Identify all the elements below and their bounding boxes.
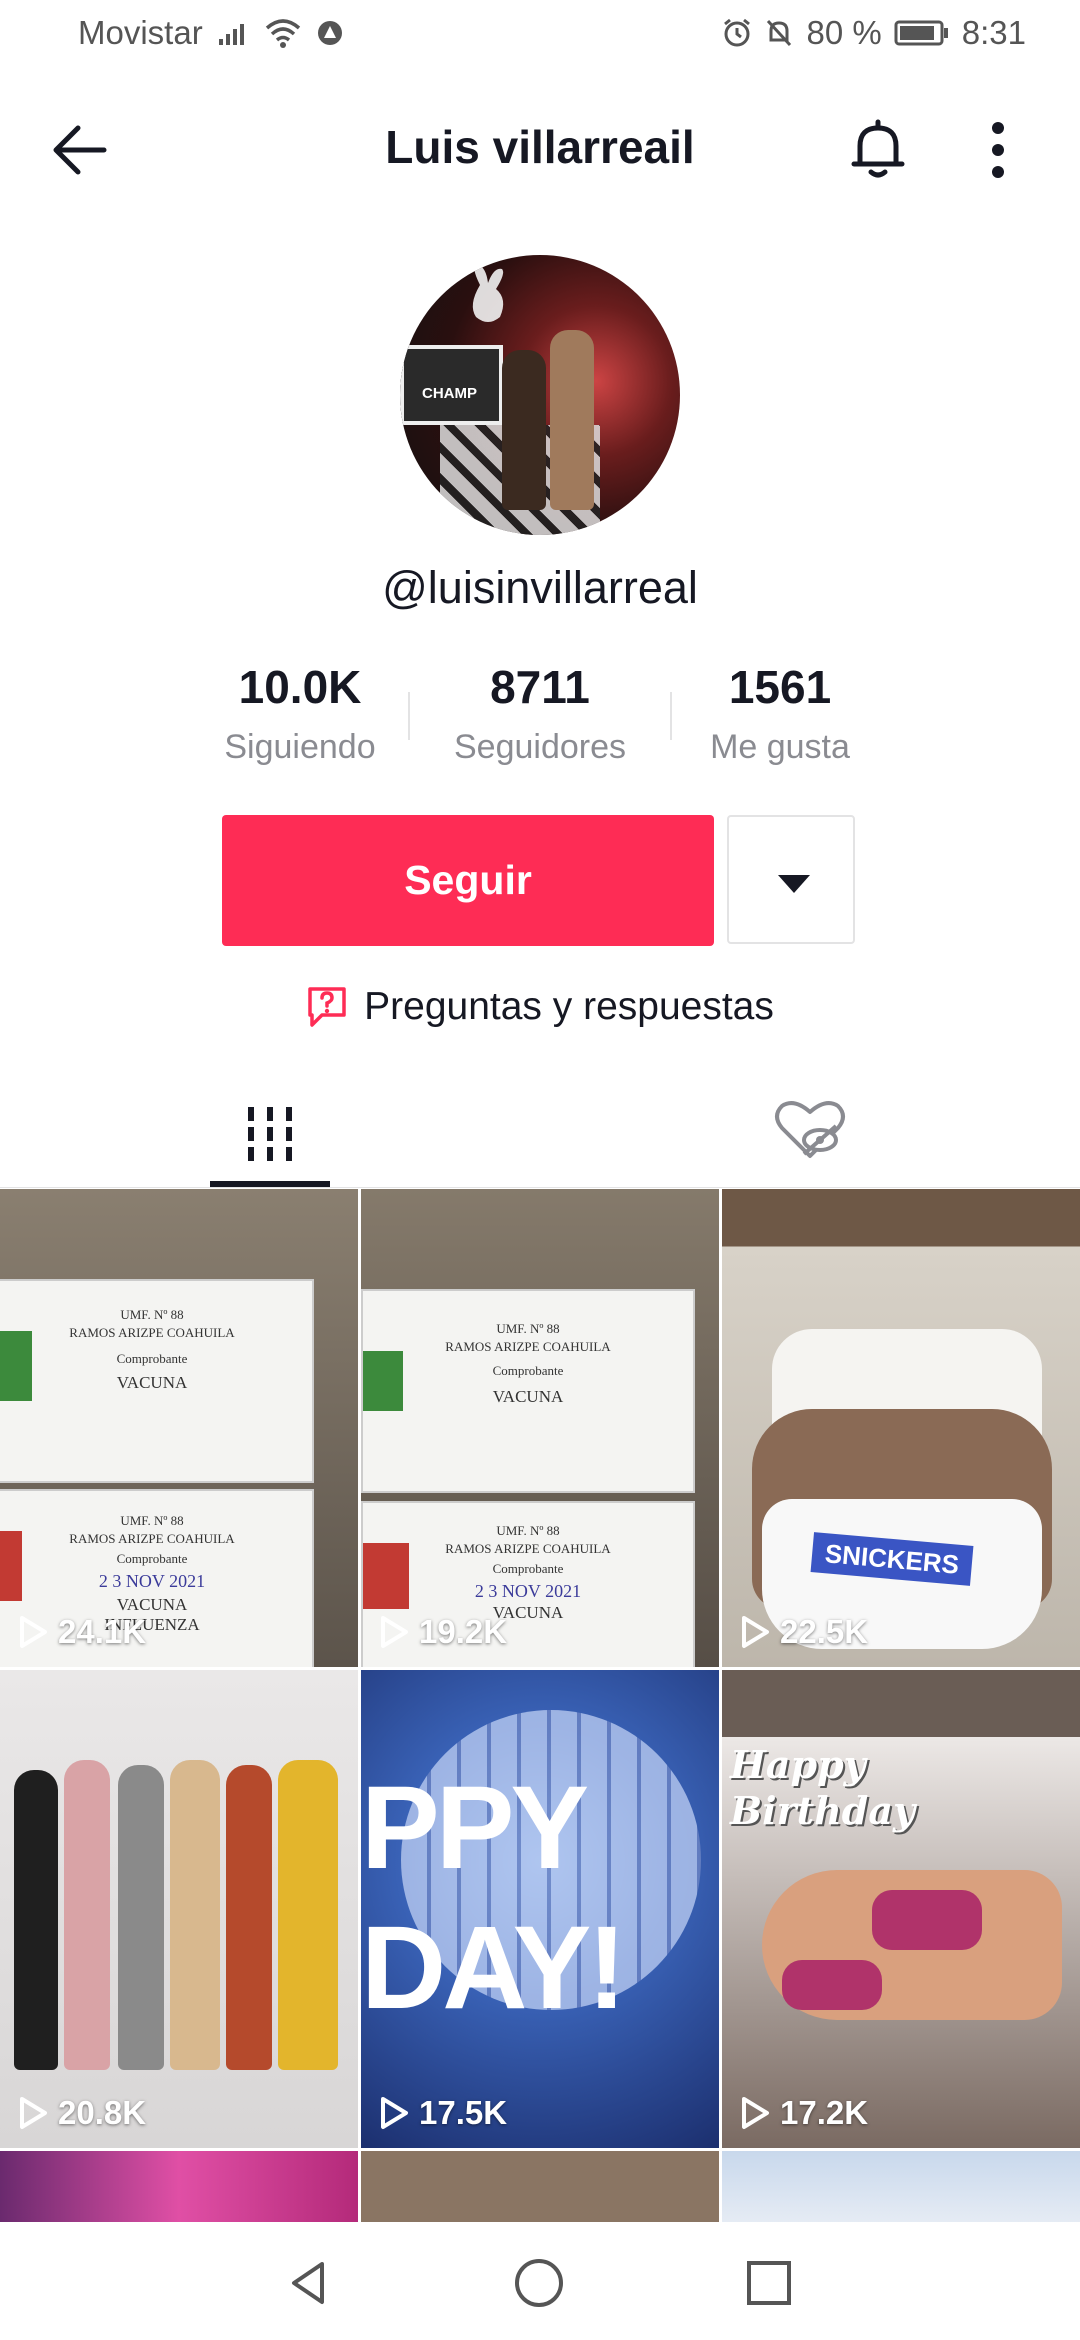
liked-videos-hidden-icon[interactable] (770, 1098, 850, 1164)
doc-clinic: UMF. Nº 88 (496, 1321, 560, 1336)
more-options-icon[interactable] (978, 118, 1018, 182)
doc-clinic: UMF. Nº 88 (120, 1513, 184, 1528)
doc-place: RAMOS ARIZPE COAHUILA (445, 1339, 611, 1354)
video-thumbnail[interactable]: UMF. Nº 88 RAMOS ARIZPE COAHUILA Comprob… (361, 1189, 719, 1667)
club-sign-text: CHAMP (422, 385, 477, 402)
question-bubble-icon (308, 987, 346, 1027)
play-icon (20, 2097, 47, 2129)
signal-icon (218, 24, 244, 45)
qa-label: Preguntas y respuestas (364, 985, 774, 1028)
data-saver-icon (317, 21, 342, 45)
birthday-line1: Happy (730, 1742, 866, 1787)
document-graphic: UMF. Nº 88 RAMOS ARIZPE COAHUILA Comprob… (0, 1279, 314, 1483)
greeting-text-bottom: DAY! (361, 1902, 627, 2034)
status-bar: Movistar 80 % 8:31 (0, 0, 1080, 72)
battery-percent: 80 % (806, 14, 882, 51)
play-icon (381, 2097, 408, 2129)
divider (408, 692, 410, 740)
play-icon (742, 1616, 769, 1648)
profile-stats: 10.0K Siguiendo 8711 Seguidores 1561 Me … (180, 660, 900, 780)
video-thumbnail[interactable] (722, 2151, 1080, 2231)
caret-down-icon (778, 875, 810, 893)
view-count-text: 19.2K (419, 1613, 508, 1650)
nav-back-icon[interactable] (288, 2260, 328, 2306)
doc-place: RAMOS ARIZPE COAHUILA (69, 1531, 235, 1546)
doc-comprobante: Comprobante (492, 1363, 564, 1378)
alarm-icon (723, 18, 750, 47)
view-count: 17.2K (740, 2094, 868, 2132)
stat-value: 10.0K (238, 661, 362, 713)
doc-vacuna: VACUNA (116, 1595, 188, 1614)
play-icon (381, 1616, 408, 1648)
doc-stamp: 2 3 NOV 2021 (474, 1581, 582, 1601)
stat-label: Seguidores (453, 728, 626, 766)
system-navigation-bar (0, 2222, 1080, 2340)
view-count: 24.1K (18, 1613, 146, 1651)
doc-place: RAMOS ARIZPE COAHUILA (69, 1325, 235, 1340)
follow-button[interactable]: Seguir (222, 815, 714, 946)
stat-followers[interactable]: 8711 Seguidores (420, 660, 660, 780)
doc-comprobante: Comprobante (116, 1551, 188, 1566)
view-count: 17.5K (379, 2094, 507, 2132)
view-count: 19.2K (379, 1613, 507, 1651)
play-icon (20, 1616, 47, 1648)
doc-stamp: 2 3 NOV 2021 (98, 1571, 206, 1591)
page-title: Luis villarreail (385, 121, 695, 173)
doc-comprobante: Comprobante (116, 1351, 188, 1366)
bell-icon[interactable] (848, 118, 908, 182)
stat-value: 8711 (490, 661, 590, 713)
video-thumbnail[interactable]: PPY DAY! 17.5K (361, 1670, 719, 2148)
birthday-line2: Birthday (730, 1788, 916, 1833)
view-count-text: 20.8K (58, 2094, 147, 2131)
video-thumbnail[interactable]: Happy Birthday 17.2K (722, 1670, 1080, 2148)
view-count-text: 22.5K (780, 1613, 869, 1650)
stat-value: 1561 (728, 661, 832, 713)
view-count: 22.5K (740, 1613, 868, 1651)
bunny-logo-graphic (472, 265, 504, 322)
document-graphic: UMF. Nº 88 RAMOS ARIZPE COAHUILA Comprob… (361, 1289, 695, 1493)
video-thumbnail[interactable]: 20.8K (0, 1670, 358, 2148)
video-thumbnail[interactable] (0, 2151, 358, 2231)
stat-label: Siguiendo (224, 728, 376, 766)
nav-recents-icon[interactable] (746, 2260, 792, 2306)
top-bar: Luis villarreail (0, 100, 1080, 200)
video-thumbnail[interactable]: SNICKERS 22.5K (722, 1189, 1080, 1667)
stat-following[interactable]: 10.0K Siguiendo (180, 660, 420, 780)
mute-icon (766, 19, 791, 47)
qa-link[interactable]: Preguntas y respuestas (0, 985, 1080, 1029)
club-sign: CHAMP (400, 345, 503, 425)
video-thumbnail[interactable] (361, 2151, 719, 2231)
doc-clinic: UMF. Nº 88 (496, 1523, 560, 1538)
stat-likes[interactable]: 1561 Me gusta (660, 660, 900, 780)
greeting-text-top: PPY (361, 1762, 589, 1894)
doc-vacuna: VACUNA (492, 1387, 564, 1406)
view-count: 20.8K (18, 2094, 146, 2132)
carrier-name: Movistar (78, 14, 203, 51)
clock: 8:31 (961, 14, 1026, 51)
wifi-icon (265, 19, 300, 48)
doc-clinic: UMF. Nº 88 (120, 1307, 184, 1322)
view-count-text: 17.2K (780, 2094, 869, 2131)
person-right (550, 330, 594, 510)
doc-place: RAMOS ARIZPE COAHUILA (445, 1541, 611, 1556)
doc-comprobante: Comprobante (492, 1561, 564, 1576)
doc-vacuna: VACUNA (116, 1373, 188, 1392)
tabs-divider (0, 1187, 1080, 1188)
videos-grid-tab-icon[interactable] (210, 1085, 330, 1185)
avatar[interactable]: CHAMP (400, 255, 680, 535)
video-thumbnail[interactable]: UMF. Nº 88 RAMOS ARIZPE COAHUILA Comprob… (0, 1189, 358, 1667)
battery-icon (894, 20, 948, 46)
play-icon (742, 2097, 769, 2129)
stat-label: Me gusta (710, 728, 850, 766)
divider (670, 692, 672, 740)
nav-home-icon[interactable] (514, 2258, 564, 2308)
view-count-text: 24.1K (58, 1613, 147, 1650)
view-count-text: 17.5K (419, 2094, 508, 2131)
suggested-accounts-button[interactable] (727, 815, 855, 944)
username-handle: @luisinvillarreal (382, 562, 698, 613)
person-left (502, 350, 546, 510)
